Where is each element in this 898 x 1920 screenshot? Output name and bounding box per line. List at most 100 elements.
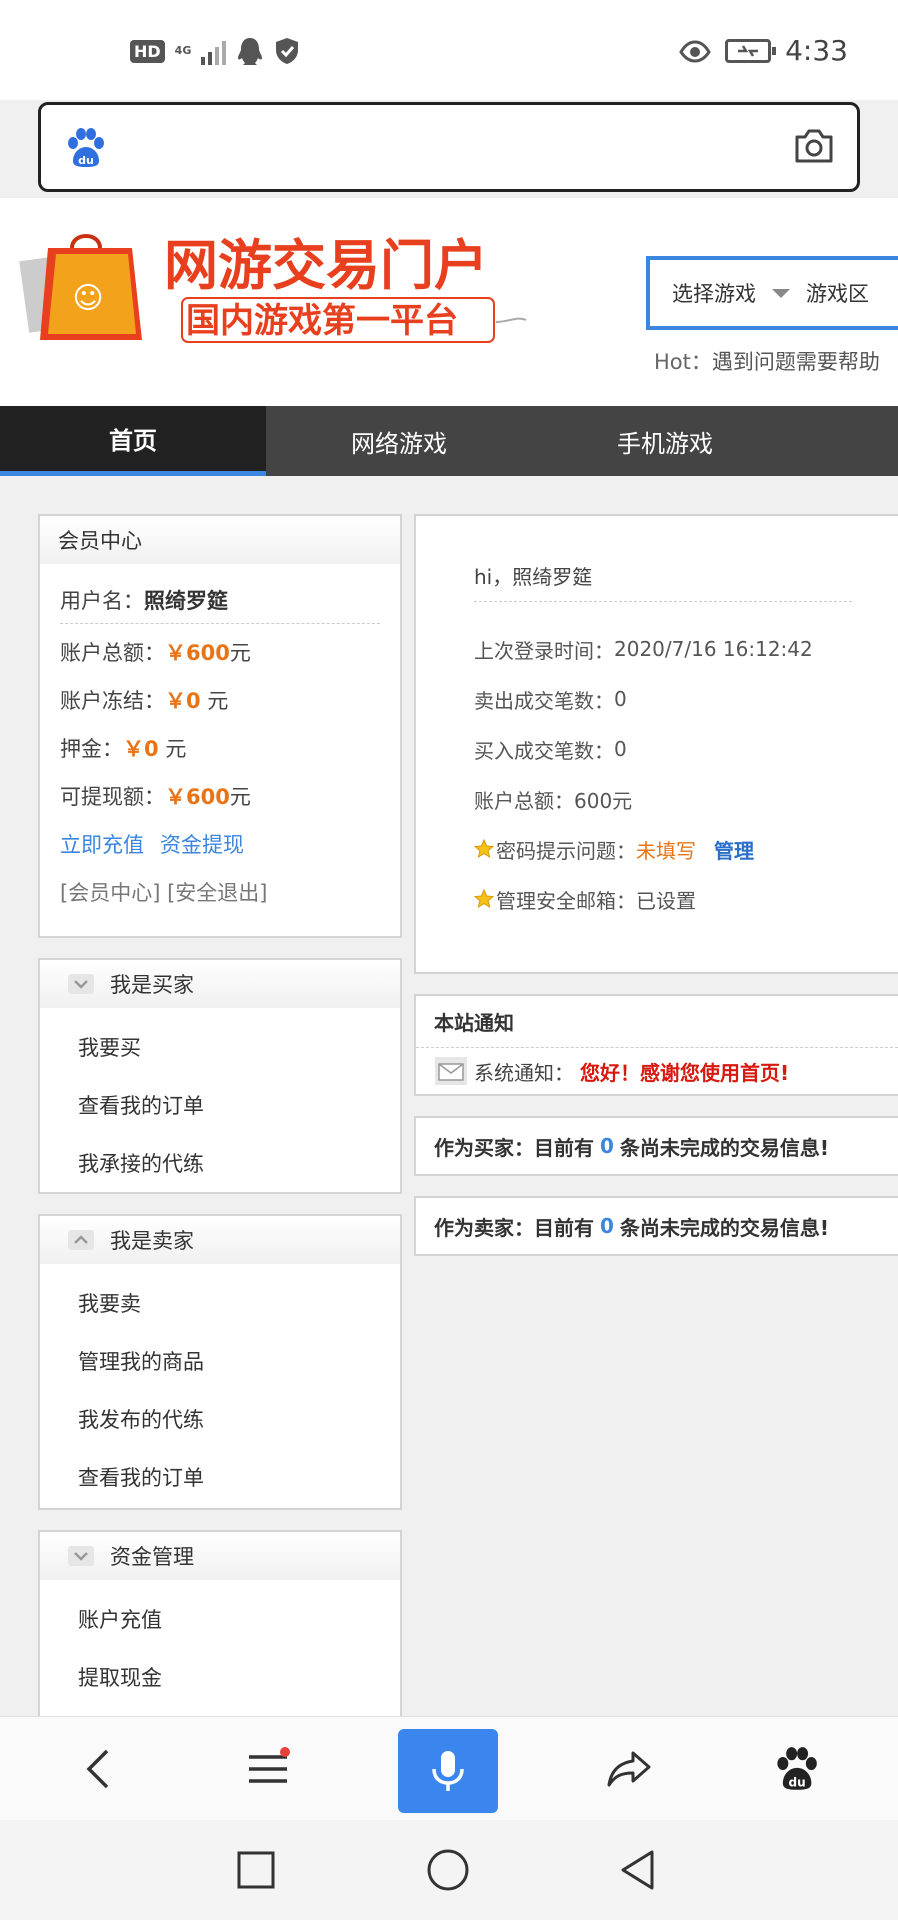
greeting: hi，照绮罗筵: [474, 550, 852, 602]
action-links: 立即充值 资金提现: [60, 820, 380, 868]
notification-dot: [280, 1747, 290, 1757]
tab-home[interactable]: 首页: [0, 406, 266, 476]
back-button[interactable]: [48, 1717, 148, 1821]
clock: 4:33: [785, 34, 848, 67]
star-icon: [474, 889, 494, 909]
funds-item-recharge[interactable]: 账户充值: [40, 1590, 400, 1648]
manage-password-question-link[interactable]: 管理: [714, 835, 754, 864]
seller-item-orders[interactable]: 查看我的订单: [40, 1448, 400, 1506]
share-button[interactable]: [580, 1717, 680, 1821]
share-icon: [607, 1751, 651, 1787]
funds-item-withdraw[interactable]: 提取现金: [40, 1648, 400, 1706]
tab-mobile-games[interactable]: 手机游戏: [532, 406, 798, 476]
site-logo[interactable]: ☺ 网游交易门户 国内游戏第一平台: [18, 218, 544, 348]
qq-icon: [238, 38, 263, 65]
hot-label: Hot：: [654, 350, 712, 374]
buyer-pending-count: 0: [600, 1134, 614, 1158]
account-info-panel: hi，照绮罗筵 上次登录时间： 2020/7/16 16:12:42 卖出成交笔数…: [414, 514, 898, 974]
menu-button[interactable]: [218, 1717, 318, 1821]
browser-toolbar: du: [0, 1716, 898, 1820]
member-links: [会员中心] [安全退出]: [60, 868, 380, 916]
chevron-up-icon: [68, 1230, 94, 1250]
recharge-link[interactable]: 立即充值: [60, 829, 144, 859]
seller-item-sell[interactable]: 我要卖: [40, 1274, 400, 1332]
chevron-down-icon: [772, 288, 790, 298]
camera-icon[interactable]: [793, 127, 835, 165]
baidu-paw-icon: du: [68, 128, 104, 167]
total-value: 600元: [574, 788, 633, 813]
system-notice-label: 系统通知：: [474, 1060, 574, 1085]
seller-item-boosting[interactable]: 我发布的代练: [40, 1390, 400, 1448]
frozen-value: ￥0: [165, 689, 201, 713]
star-icon: [474, 839, 494, 859]
network-type: 4G: [174, 44, 192, 57]
status-left: HD 4G: [130, 36, 300, 66]
select-game-dropdown[interactable]: 选择游戏: [672, 278, 756, 308]
notice-title: 本站通知: [416, 996, 898, 1048]
system-nav-bar: [0, 1820, 898, 1920]
buyer-trades-row[interactable]: 作为买家：目前有 0 条尚未完成的交易信息!: [416, 1118, 898, 1174]
site-notice-panel: 本站通知 系统通知： 您好！感谢您使用首页!: [414, 994, 898, 1096]
back-triangle-icon[interactable]: [618, 1848, 658, 1892]
hd-badge: HD: [130, 39, 165, 63]
withdrawable-row: 可提现额： ￥600 元: [60, 772, 380, 820]
frozen-row: 账户冻结： ￥0 元: [60, 676, 380, 724]
svg-text:☺: ☺: [72, 281, 103, 316]
status-right: 4:33: [679, 34, 848, 67]
seller-item-products[interactable]: 管理我的商品: [40, 1332, 400, 1390]
withdraw-link[interactable]: 资金提现: [160, 829, 244, 859]
logo-subtitle: 国内游戏第一平台: [186, 301, 458, 341]
sold-count: 0: [614, 687, 627, 711]
funds-title: 资金管理: [110, 1545, 194, 1569]
buyer-item-orders[interactable]: 查看我的订单: [40, 1076, 400, 1134]
buyer-item-boosting[interactable]: 我承接的代练: [40, 1134, 400, 1192]
total-row: 账户总额： 600元: [474, 774, 852, 824]
system-notice-row[interactable]: 系统通知： 您好！感谢您使用首页!: [416, 1048, 898, 1094]
svg-text:du: du: [78, 154, 94, 167]
browser-search-bar[interactable]: du: [38, 102, 860, 192]
username-row: 用户名： 照绮罗筵: [60, 576, 380, 624]
battery-icon: [725, 38, 777, 63]
member-center-link[interactable]: [会员中心]: [60, 877, 160, 907]
system-notice-text[interactable]: 您好！感谢您使用首页!: [580, 1057, 789, 1086]
funds-panel-header[interactable]: 资金管理: [40, 1532, 400, 1580]
game-selector[interactable]: 选择游戏 游戏区: [646, 256, 898, 330]
sold-row: 卖出成交笔数： 0: [474, 687, 627, 713]
seller-pending-count: 0: [600, 1214, 614, 1238]
deposit-value: ￥0: [123, 737, 159, 761]
bought-count: 0: [614, 737, 627, 761]
chevron-left-icon: [86, 1749, 109, 1789]
hot-line: Hot：遇到问题需要帮助: [654, 346, 880, 376]
balance-value: ￥600: [165, 641, 230, 665]
balance-row: 账户总额： ￥600 元: [60, 628, 380, 676]
bought-row: 买入成交笔数： 0: [474, 737, 627, 763]
last-login-row: 上次登录时间： 2020/7/16 16:12:42: [474, 637, 813, 663]
recents-icon[interactable]: [236, 1850, 276, 1890]
username: 照绮罗筵: [144, 588, 228, 613]
voice-search-button[interactable]: [398, 1729, 498, 1813]
shield-icon: [276, 38, 299, 64]
security-email-status: 已设置: [636, 888, 696, 913]
svg-text:du: du: [789, 1776, 806, 1790]
home-circle-icon[interactable]: [426, 1848, 470, 1892]
funds-panel: 资金管理 账户充值 提取现金: [38, 1530, 402, 1716]
chevron-down-icon: [68, 974, 94, 994]
member-center-panel: 会员中心 用户名： 照绮罗筵 账户总额： ￥600 元 账户冻结： ￥0 元 押金： ￥0…: [38, 514, 402, 938]
logout-link[interactable]: [安全退出]: [167, 877, 267, 907]
tab-online-games[interactable]: 网络游戏: [266, 406, 532, 476]
seller-trades-row[interactable]: 作为卖家：目前有 0 条尚未完成的交易信息!: [416, 1198, 898, 1254]
eye-icon: [679, 39, 711, 63]
baidu-home-button[interactable]: du: [746, 1717, 846, 1821]
buyer-title: 我是买家: [110, 973, 194, 997]
hot-link[interactable]: 遇到问题需要帮助: [712, 350, 880, 374]
deposit-row: 押金： ￥0 元: [60, 724, 380, 772]
buyer-item-buy[interactable]: 我要买: [40, 1018, 400, 1076]
withdrawable-value: ￥600: [165, 785, 230, 809]
seller-panel-header[interactable]: 我是卖家: [40, 1216, 400, 1264]
status-bar: HD 4G 4:33: [0, 0, 898, 100]
select-zone-dropdown[interactable]: 游戏区: [806, 278, 869, 308]
buyer-panel: 我是买家 我要买 查看我的订单 我承接的代练: [38, 958, 402, 1194]
buyer-panel-header[interactable]: 我是买家: [40, 960, 400, 1008]
password-question-row: 密码提示问题： 未填写 管理: [474, 824, 852, 874]
microphone-icon: [432, 1751, 464, 1791]
